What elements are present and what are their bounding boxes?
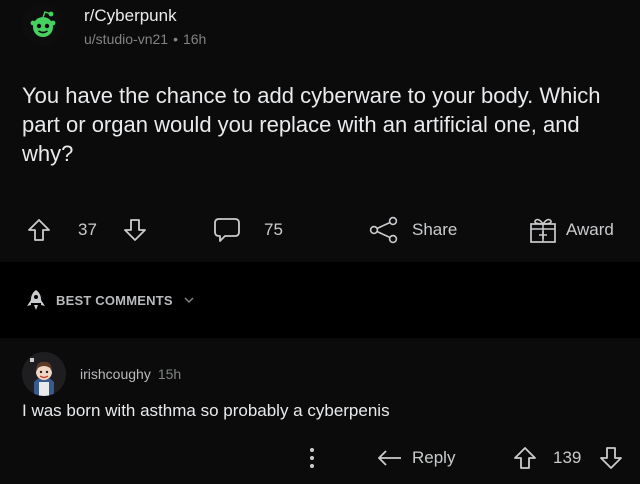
reply-arrow-icon bbox=[378, 450, 401, 466]
reply-label: Reply bbox=[412, 448, 456, 467]
comment-bubble-icon bbox=[214, 218, 240, 242]
comment-sort-selector[interactable]: BEST COMMENTS bbox=[0, 272, 640, 328]
comment-actions-bar: Reply 139 bbox=[0, 438, 640, 478]
avatar[interactable] bbox=[22, 352, 66, 396]
upvote-arrow-icon bbox=[28, 219, 50, 241]
downvote-arrow-icon bbox=[600, 447, 622, 469]
comment-count: 75 bbox=[264, 220, 283, 239]
comment-vote-count-label: 139 bbox=[553, 448, 582, 467]
comments-button[interactable]: 75 bbox=[212, 208, 283, 252]
vote-count: 37 bbox=[78, 208, 97, 252]
share-button[interactable]: Share bbox=[368, 208, 457, 252]
post-byline: u/studio-vn21 • 16h bbox=[84, 30, 206, 48]
more-vertical-icon bbox=[310, 448, 314, 468]
award-button[interactable]: Award bbox=[528, 208, 614, 252]
sort-label: BEST COMMENTS bbox=[56, 292, 173, 308]
gift-icon bbox=[530, 218, 556, 243]
comment-body: I was born with asthma so probably a cyb… bbox=[22, 401, 390, 420]
byline-separator: • bbox=[173, 31, 178, 47]
comment-vote-count: 139 bbox=[553, 436, 581, 480]
subreddit-avatar[interactable] bbox=[22, 4, 64, 46]
share-icon bbox=[369, 216, 398, 244]
reddit-snoo-icon bbox=[30, 11, 56, 37]
post-card: r/Cyberpunk u/studio-vn21 • 16h You have t… bbox=[0, 0, 640, 262]
downvote-button[interactable] bbox=[122, 208, 148, 252]
post-actions-bar: 37 75 Share Award bbox=[0, 208, 640, 252]
award-label: Award bbox=[566, 220, 614, 239]
downvote-arrow-icon bbox=[124, 219, 146, 241]
post-author[interactable]: u/studio-vn21 bbox=[84, 31, 168, 47]
rocket-icon bbox=[27, 290, 45, 310]
comment-header: irishcoughy 15h bbox=[22, 352, 181, 396]
user-avatar-icon bbox=[22, 352, 66, 396]
more-options-button[interactable] bbox=[302, 436, 322, 480]
reply-button[interactable]: Reply bbox=[376, 436, 455, 480]
comment-downvote-button[interactable] bbox=[598, 436, 624, 480]
comment-username[interactable]: irishcoughy bbox=[80, 366, 151, 382]
post-age: 16h bbox=[182, 31, 207, 47]
comment-age: 15h bbox=[157, 366, 182, 382]
chevron-down-icon bbox=[184, 297, 194, 304]
post-header: r/Cyberpunk u/studio-vn21 • 16h bbox=[22, 4, 206, 54]
upvote-button[interactable] bbox=[26, 208, 52, 252]
upvote-arrow-icon bbox=[514, 447, 536, 469]
post-title[interactable]: You have the chance to add cyberware to … bbox=[22, 81, 632, 168]
share-label: Share bbox=[412, 220, 458, 239]
comment-card: irishcoughy 15h I was born with asthma s… bbox=[0, 338, 640, 484]
subreddit-name[interactable]: r/Cyberpunk bbox=[84, 6, 206, 26]
vote-count-label: 37 bbox=[78, 220, 97, 239]
comment-upvote-button[interactable] bbox=[512, 436, 538, 480]
